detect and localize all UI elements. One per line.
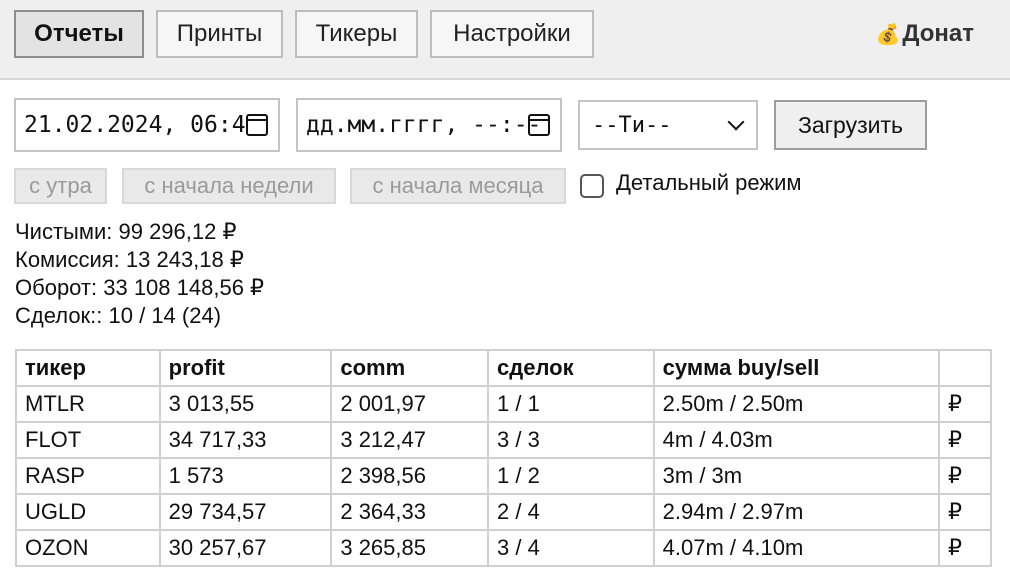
tab-reports[interactable]: Отчеты <box>14 10 144 58</box>
cell-profit: 34 717,33 <box>158 421 333 459</box>
quick-range-week[interactable]: с начала недели <box>122 168 336 204</box>
summary-deals: Сделок:: 10 / 14 (24) <box>15 303 222 328</box>
summary-commission: Комиссия: 13 243,18 ₽ <box>15 247 244 272</box>
detailed-mode-label: Детальный режим <box>616 170 802 195</box>
cell-currency: ₽ <box>938 493 992 531</box>
cell-comm: 2 001,97 <box>330 385 490 423</box>
top-nav-bar: Отчеты Принты Тикеры Настройки 💰 Донат <box>0 0 1010 80</box>
cell-currency: ₽ <box>938 529 992 567</box>
cell-sum: 4m / 4.03m <box>652 421 941 459</box>
cell-sum: 3m / 3m <box>652 457 941 495</box>
table-row: FLOT 34 717,33 3 212,47 3 / 3 4m / 4.03m… <box>15 421 992 459</box>
cell-currency: ₽ <box>938 421 992 459</box>
cell-deals: 3 / 4 <box>487 529 655 567</box>
cell-ticker: FLOT <box>15 421 161 459</box>
cell-sum: 4.07m / 4.10m <box>652 529 941 567</box>
cell-currency: ₽ <box>938 385 992 423</box>
cell-deals: 3 / 3 <box>487 421 655 459</box>
calendar-icon[interactable] <box>528 114 550 136</box>
cell-ticker: OZON <box>15 529 161 567</box>
cell-ticker: RASP <box>15 457 161 495</box>
column-header-profit: profit <box>158 349 333 387</box>
date-to-input[interactable]: дд.мм.гггг, --:-- <box>296 98 562 152</box>
detailed-mode-checkbox[interactable] <box>580 174 604 198</box>
table-row: RASP 1 573 2 398,56 1 / 2 3m / 3m ₽ <box>15 457 992 495</box>
quick-range-month[interactable]: с начала месяца <box>350 168 566 204</box>
tab-settings[interactable]: Настройки <box>430 10 594 58</box>
cell-profit: 30 257,67 <box>158 529 333 567</box>
quick-range-morning[interactable]: с утра <box>14 168 107 204</box>
cell-sum: 2.50m / 2.50m <box>652 385 941 423</box>
tab-prints[interactable]: Принты <box>156 10 283 58</box>
table-header-row: тикер profit comm сделок сумма buy/sell <box>15 349 992 387</box>
type-select-value: --Ти-- <box>592 112 672 138</box>
date-to-placeholder: дд.мм.гггг, --:-- <box>306 112 542 138</box>
cell-deals: 1 / 2 <box>487 457 655 495</box>
date-from-input[interactable]: 21.02.2024, 06:4 <box>14 98 280 152</box>
table-row: OZON 30 257,67 3 265,85 3 / 4 4.07m / 4.… <box>15 529 992 567</box>
table-row: MTLR 3 013,55 2 001,97 1 / 1 2.50m / 2.5… <box>15 385 992 423</box>
calendar-icon[interactable] <box>246 114 268 136</box>
cell-comm: 3 265,85 <box>330 529 490 567</box>
date-from-value: 21.02.2024, 06:4 <box>24 112 246 138</box>
cell-profit: 1 573 <box>158 457 333 495</box>
chevron-down-icon <box>727 113 745 131</box>
column-header-ticker: тикер <box>15 349 161 387</box>
cell-comm: 3 212,47 <box>330 421 490 459</box>
summary-net: Чистыми: 99 296,12 ₽ <box>15 219 237 244</box>
cell-profit: 29 734,57 <box>158 493 333 531</box>
cell-ticker: UGLD <box>15 493 161 531</box>
tab-tickers[interactable]: Тикеры <box>295 10 418 58</box>
cell-sum: 2.94m / 2.97m <box>652 493 941 531</box>
cell-comm: 2 364,33 <box>330 493 490 531</box>
column-header-sum: сумма buy/sell <box>652 349 941 387</box>
money-bag-icon: 💰 <box>875 23 901 46</box>
summary-block: Чистыми: 99 296,12 ₽ Комиссия: 13 243,18… <box>15 218 264 330</box>
column-header-comm: comm <box>330 349 490 387</box>
type-select[interactable]: --Ти-- <box>578 100 758 150</box>
column-header-currency <box>938 349 992 387</box>
cell-currency: ₽ <box>938 457 992 495</box>
load-button[interactable]: Загрузить <box>774 100 927 150</box>
cell-deals: 2 / 4 <box>487 493 655 531</box>
cell-profit: 3 013,55 <box>158 385 333 423</box>
tickers-table: тикер profit comm сделок сумма buy/sell … <box>15 349 992 567</box>
table-row: UGLD 29 734,57 2 364,33 2 / 4 2.94m / 2.… <box>15 493 992 531</box>
cell-deals: 1 / 1 <box>487 385 655 423</box>
cell-ticker: MTLR <box>15 385 161 423</box>
summary-turnover: Оборот: 33 108 148,56 ₽ <box>15 275 265 300</box>
column-header-deals: сделок <box>487 349 655 387</box>
donate-label: Донат <box>902 20 974 47</box>
donate-link[interactable]: 💰 Донат <box>875 20 974 48</box>
cell-comm: 2 398,56 <box>330 457 490 495</box>
